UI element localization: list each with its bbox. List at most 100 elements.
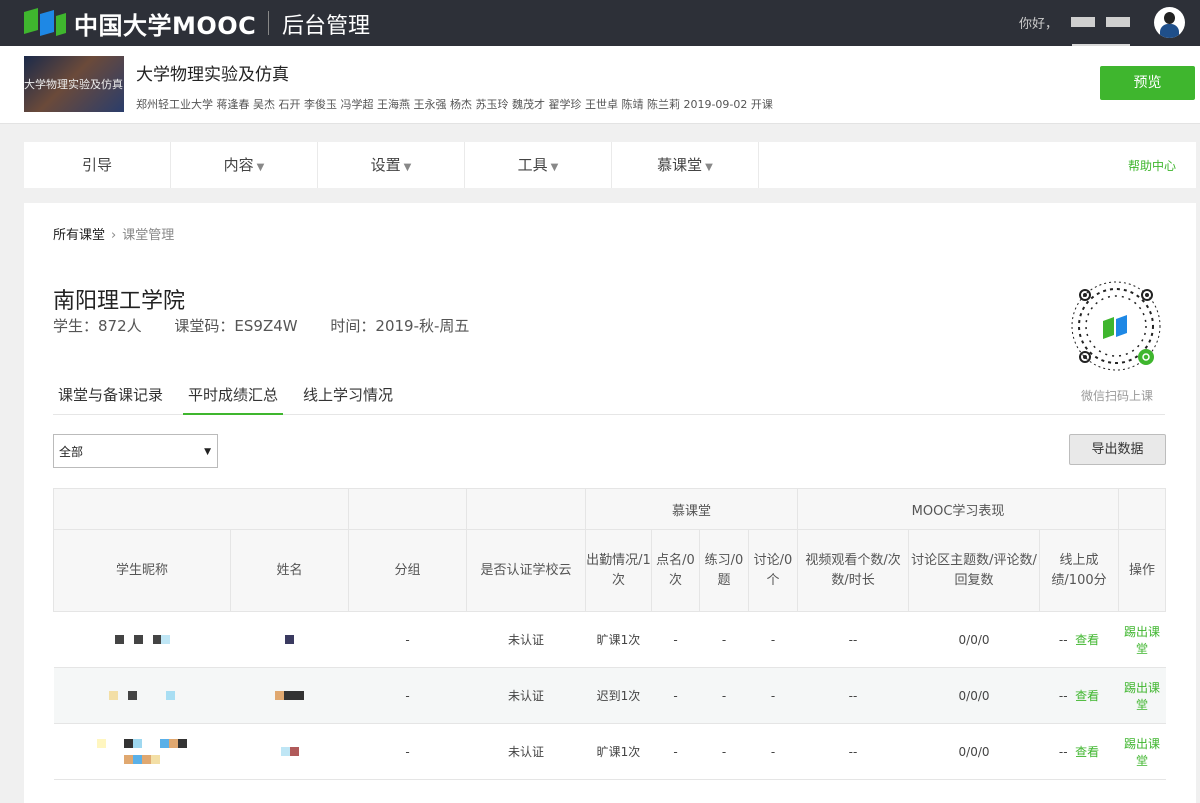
breadcrumb-all-classes[interactable]: 所有课堂 xyxy=(53,228,105,243)
title-divider xyxy=(268,11,269,35)
breadcrumb: 所有课堂 › 课堂管理 xyxy=(53,224,174,243)
cell-score: -- 查看 xyxy=(1039,667,1119,724)
cell-video: -- xyxy=(797,723,909,780)
caret-down-icon: ▼ xyxy=(705,162,713,173)
grade-summary-table: 慕课堂 MOOC学习表现 学生昵称 姓名 分组 是否认证学校云 出勤情况/1次 … xyxy=(53,488,1167,780)
course-title: 大学物理实验及仿真 xyxy=(136,65,289,85)
cell-rollcall: - xyxy=(651,667,700,724)
column-header: 分组 xyxy=(348,529,467,612)
kick-out-link[interactable]: 踢出课堂 xyxy=(1118,667,1166,724)
kick-out-link[interactable]: 踢出课堂 xyxy=(1118,723,1166,780)
column-header: 操作 xyxy=(1118,529,1167,612)
caret-down-icon: ▼ xyxy=(403,162,412,173)
column-header: 讨论区主题数/评论数/回复数 xyxy=(908,529,1041,612)
column-header: 姓名 xyxy=(230,529,349,612)
cell-discussion: - xyxy=(748,611,798,668)
student-nickname-redacted xyxy=(53,611,231,668)
student-name-redacted xyxy=(230,611,349,668)
cell-group: - xyxy=(348,723,467,780)
cell-forum: 0/0/0 xyxy=(908,611,1040,668)
header-blank xyxy=(53,488,349,530)
header-mooc-hall: 慕课堂 xyxy=(584,488,799,530)
class-code: 课堂码：ES9Z4W xyxy=(174,317,298,335)
header-blank xyxy=(1118,488,1167,530)
student-count: 学生：872人 xyxy=(53,317,142,335)
nav-guide[interactable]: 引导 xyxy=(24,142,171,188)
table-header-row: 学生昵称 姓名 分组 是否认证学校云 出勤情况/1次 点名/0次 练习/0题 讨… xyxy=(53,529,1167,612)
class-tabs: 课堂与备课记录 平时成绩汇总 线上学习情况 xyxy=(53,383,1165,415)
cell-video: -- xyxy=(797,667,909,724)
cell-rollcall: - xyxy=(651,611,700,668)
dropdown-arrow-icon: ▼ xyxy=(204,447,211,457)
cell-score: -- 查看 xyxy=(1039,723,1119,780)
caret-down-icon: ▼ xyxy=(256,162,265,173)
kick-out-link[interactable]: 踢出课堂 xyxy=(1118,611,1166,668)
group-filter-value: 全部 xyxy=(59,445,84,459)
nav-settings[interactable]: 设置 ▼ xyxy=(318,142,465,188)
top-navigation-bar: 中国大学MOOC 后台管理 你好， xyxy=(0,0,1200,46)
nav-tools[interactable]: 工具 ▼ xyxy=(465,142,612,188)
column-header: 练习/0题 xyxy=(699,529,749,612)
export-data-button[interactable]: 导出数据 xyxy=(1069,434,1166,465)
column-header: 出勤情况/1次 xyxy=(585,529,652,612)
tab-online-learning[interactable]: 线上学习情况 xyxy=(298,383,398,415)
column-header: 讨论/0个 xyxy=(747,529,799,612)
cell-certified: 未认证 xyxy=(466,723,586,780)
class-time: 时间：2019-秋-周五 xyxy=(330,317,470,335)
cell-discussion: - xyxy=(748,667,798,724)
mooc-logo-icon[interactable] xyxy=(24,8,66,38)
cell-rollcall: - xyxy=(651,723,700,780)
column-header: 是否认证学校云 xyxy=(466,529,586,612)
header-blank xyxy=(466,488,586,530)
user-avatar[interactable] xyxy=(1154,7,1185,38)
cell-score: -- 查看 xyxy=(1039,611,1119,668)
group-filter-select[interactable]: 全部 ▼ xyxy=(53,434,218,468)
caret-down-icon: ▼ xyxy=(550,162,559,173)
header-blank xyxy=(348,488,467,530)
cell-group: - xyxy=(348,611,467,668)
view-link[interactable]: 查看 xyxy=(1075,633,1099,647)
score-value: -- xyxy=(1058,689,1068,703)
cell-certified: 未认证 xyxy=(466,667,586,724)
cell-practice: - xyxy=(699,667,749,724)
column-header: 线上成绩/100分 xyxy=(1039,529,1120,612)
table-row: - 未认证 旷课1次 - - - -- 0/0/0 -- 查看 踢出课堂 xyxy=(53,723,1166,780)
cell-attendance: 旷课1次 xyxy=(585,611,652,668)
student-name-redacted xyxy=(230,723,349,780)
student-name-redacted xyxy=(230,667,349,724)
cell-certified: 未认证 xyxy=(466,611,586,668)
username-redacted[interactable] xyxy=(1071,17,1095,27)
course-teachers: 郑州轻工业大学 蒋逢春 吴杰 石开 李俊玉 冯学超 王海燕 王永强 杨杰 苏玉玲… xyxy=(136,98,773,111)
class-management-panel: 所有课堂 › 课堂管理 南阳理工学院 学生：872人 课堂码：ES9Z4W 时间：2… xyxy=(24,203,1196,803)
course-cover-image: 大学物理实验及仿真 xyxy=(24,56,124,112)
view-link[interactable]: 查看 xyxy=(1075,745,1099,759)
cell-video: -- xyxy=(797,611,909,668)
tab-grade-summary[interactable]: 平时成绩汇总 xyxy=(183,383,284,415)
help-center-link[interactable]: 帮助中心 xyxy=(1128,157,1176,174)
table-row: - 未认证 迟到1次 - - - -- 0/0/0 -- 查看 踢出课堂 xyxy=(53,667,1166,724)
cell-attendance: 旷课1次 xyxy=(585,723,652,780)
score-value: -- xyxy=(1058,633,1068,647)
view-link[interactable]: 查看 xyxy=(1075,689,1099,703)
column-header: 点名/0次 xyxy=(651,529,700,612)
cell-practice: - xyxy=(699,723,749,780)
student-nickname-redacted xyxy=(53,723,231,780)
cell-forum: 0/0/0 xyxy=(908,723,1040,780)
admin-title: 后台管理 xyxy=(282,14,371,39)
table-group-header-row: 慕课堂 MOOC学习表现 xyxy=(53,488,1167,530)
course-nav-bar: 引导 内容 ▼ 设置 ▼ 工具 ▼ 慕课堂 ▼ 帮助中心 xyxy=(24,142,1196,188)
tab-class-records[interactable]: 课堂与备课记录 xyxy=(53,383,168,415)
greeting-text: 你好， xyxy=(1019,17,1059,32)
cell-group: - xyxy=(348,667,467,724)
username-redacted[interactable] xyxy=(1106,17,1130,27)
site-title[interactable]: 中国大学MOOC xyxy=(74,6,256,41)
column-header: 学生昵称 xyxy=(53,529,231,612)
cell-attendance: 迟到1次 xyxy=(585,667,652,724)
preview-button[interactable]: 预览 xyxy=(1100,66,1195,100)
student-nickname-redacted xyxy=(53,667,231,724)
nav-content[interactable]: 内容 ▼ xyxy=(171,142,318,188)
wechat-qr-code-icon xyxy=(1071,281,1161,371)
class-meta: 学生：872人 课堂码：ES9Z4W 时间：2019-秋-周五 xyxy=(53,315,497,336)
nav-mooc-hall[interactable]: 慕课堂 ▼ xyxy=(612,142,759,188)
cell-forum: 0/0/0 xyxy=(908,667,1040,724)
